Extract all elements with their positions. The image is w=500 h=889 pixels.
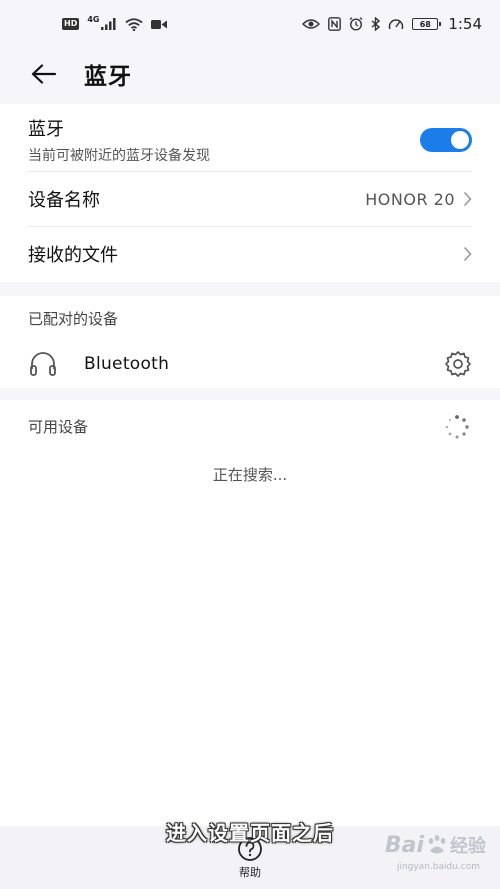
loading-spinner-icon bbox=[445, 415, 469, 439]
received-files-label: 接收的文件 bbox=[28, 245, 118, 266]
device-name-value-wrap: HONOR 20 bbox=[365, 190, 472, 209]
header: 蓝牙 bbox=[0, 50, 500, 98]
paired-section-title: 已配对的设备 bbox=[28, 310, 119, 328]
searching-status: 正在搜索... bbox=[212, 466, 288, 484]
alarm-icon bbox=[349, 17, 363, 31]
status-time: 1:54 bbox=[448, 15, 482, 33]
bluetooth-toggle-row[interactable]: 蓝牙 当前可被附近的蓝牙设备发现 bbox=[28, 114, 472, 166]
paired-device-row[interactable]: Bluetooth bbox=[28, 344, 472, 384]
bluetooth-text: 蓝牙 当前可被附近的蓝牙设备发现 bbox=[28, 115, 210, 165]
bluetooth-toggle[interactable] bbox=[420, 128, 472, 152]
bluetooth-status-icon bbox=[371, 17, 381, 31]
help-label: 帮助 bbox=[239, 866, 261, 879]
available-section-title: 可用设备 bbox=[28, 418, 89, 436]
speed-gauge-icon bbox=[389, 18, 404, 29]
watermark-brand-cn: 经验 bbox=[450, 836, 486, 857]
page-title: 蓝牙 bbox=[84, 64, 132, 90]
video-record-icon bbox=[151, 19, 168, 29]
nfc-icon bbox=[328, 17, 342, 31]
watermark: Bai 经验 bbox=[385, 832, 486, 858]
device-name-value: HONOR 20 bbox=[365, 189, 455, 209]
paired-devices-card: 已配对的设备 Bluetooth bbox=[0, 296, 500, 388]
wifi-icon bbox=[125, 17, 144, 31]
watermark-brand: Bai bbox=[384, 832, 424, 858]
status-bar: HD 4G 68 1:54 bbox=[0, 0, 500, 48]
battery-indicator: 68 bbox=[412, 18, 442, 30]
device-name-label: 设备名称 bbox=[28, 190, 100, 211]
status-bar-left: HD 4G bbox=[62, 14, 168, 31]
bluetooth-label: 蓝牙 bbox=[28, 119, 64, 140]
available-devices-card: 可用设备 正在搜索... bbox=[0, 400, 500, 826]
hd-badge: HD bbox=[62, 18, 80, 30]
arrow-left-icon bbox=[31, 64, 57, 84]
headset-icon bbox=[30, 352, 56, 376]
settings-card: 蓝牙 当前可被附近的蓝牙设备发现 设备名称 HONOR 20 接收的文件 bbox=[0, 104, 500, 282]
watermark-url: jingyan.baidu.com bbox=[396, 862, 480, 872]
chevron-right-icon bbox=[463, 246, 472, 262]
back-button[interactable] bbox=[26, 56, 62, 92]
received-files-row[interactable]: 接收的文件 bbox=[28, 227, 472, 281]
paw-icon bbox=[428, 835, 446, 854]
eye-icon bbox=[302, 19, 321, 29]
device-name-row[interactable]: 设备名称 HONOR 20 bbox=[28, 172, 472, 226]
gear-icon[interactable] bbox=[444, 350, 472, 378]
paired-device-name: Bluetooth bbox=[84, 354, 170, 374]
chevron-right-icon bbox=[463, 191, 472, 207]
paired-device-info: Bluetooth bbox=[28, 351, 169, 377]
bluetooth-subtitle: 当前可被附近的蓝牙设备发现 bbox=[28, 148, 210, 164]
network-type: 4G bbox=[87, 14, 100, 24]
toggle-knob bbox=[451, 131, 469, 149]
status-bar-right: 68 1:54 bbox=[302, 15, 482, 33]
signal-icon bbox=[101, 18, 116, 30]
